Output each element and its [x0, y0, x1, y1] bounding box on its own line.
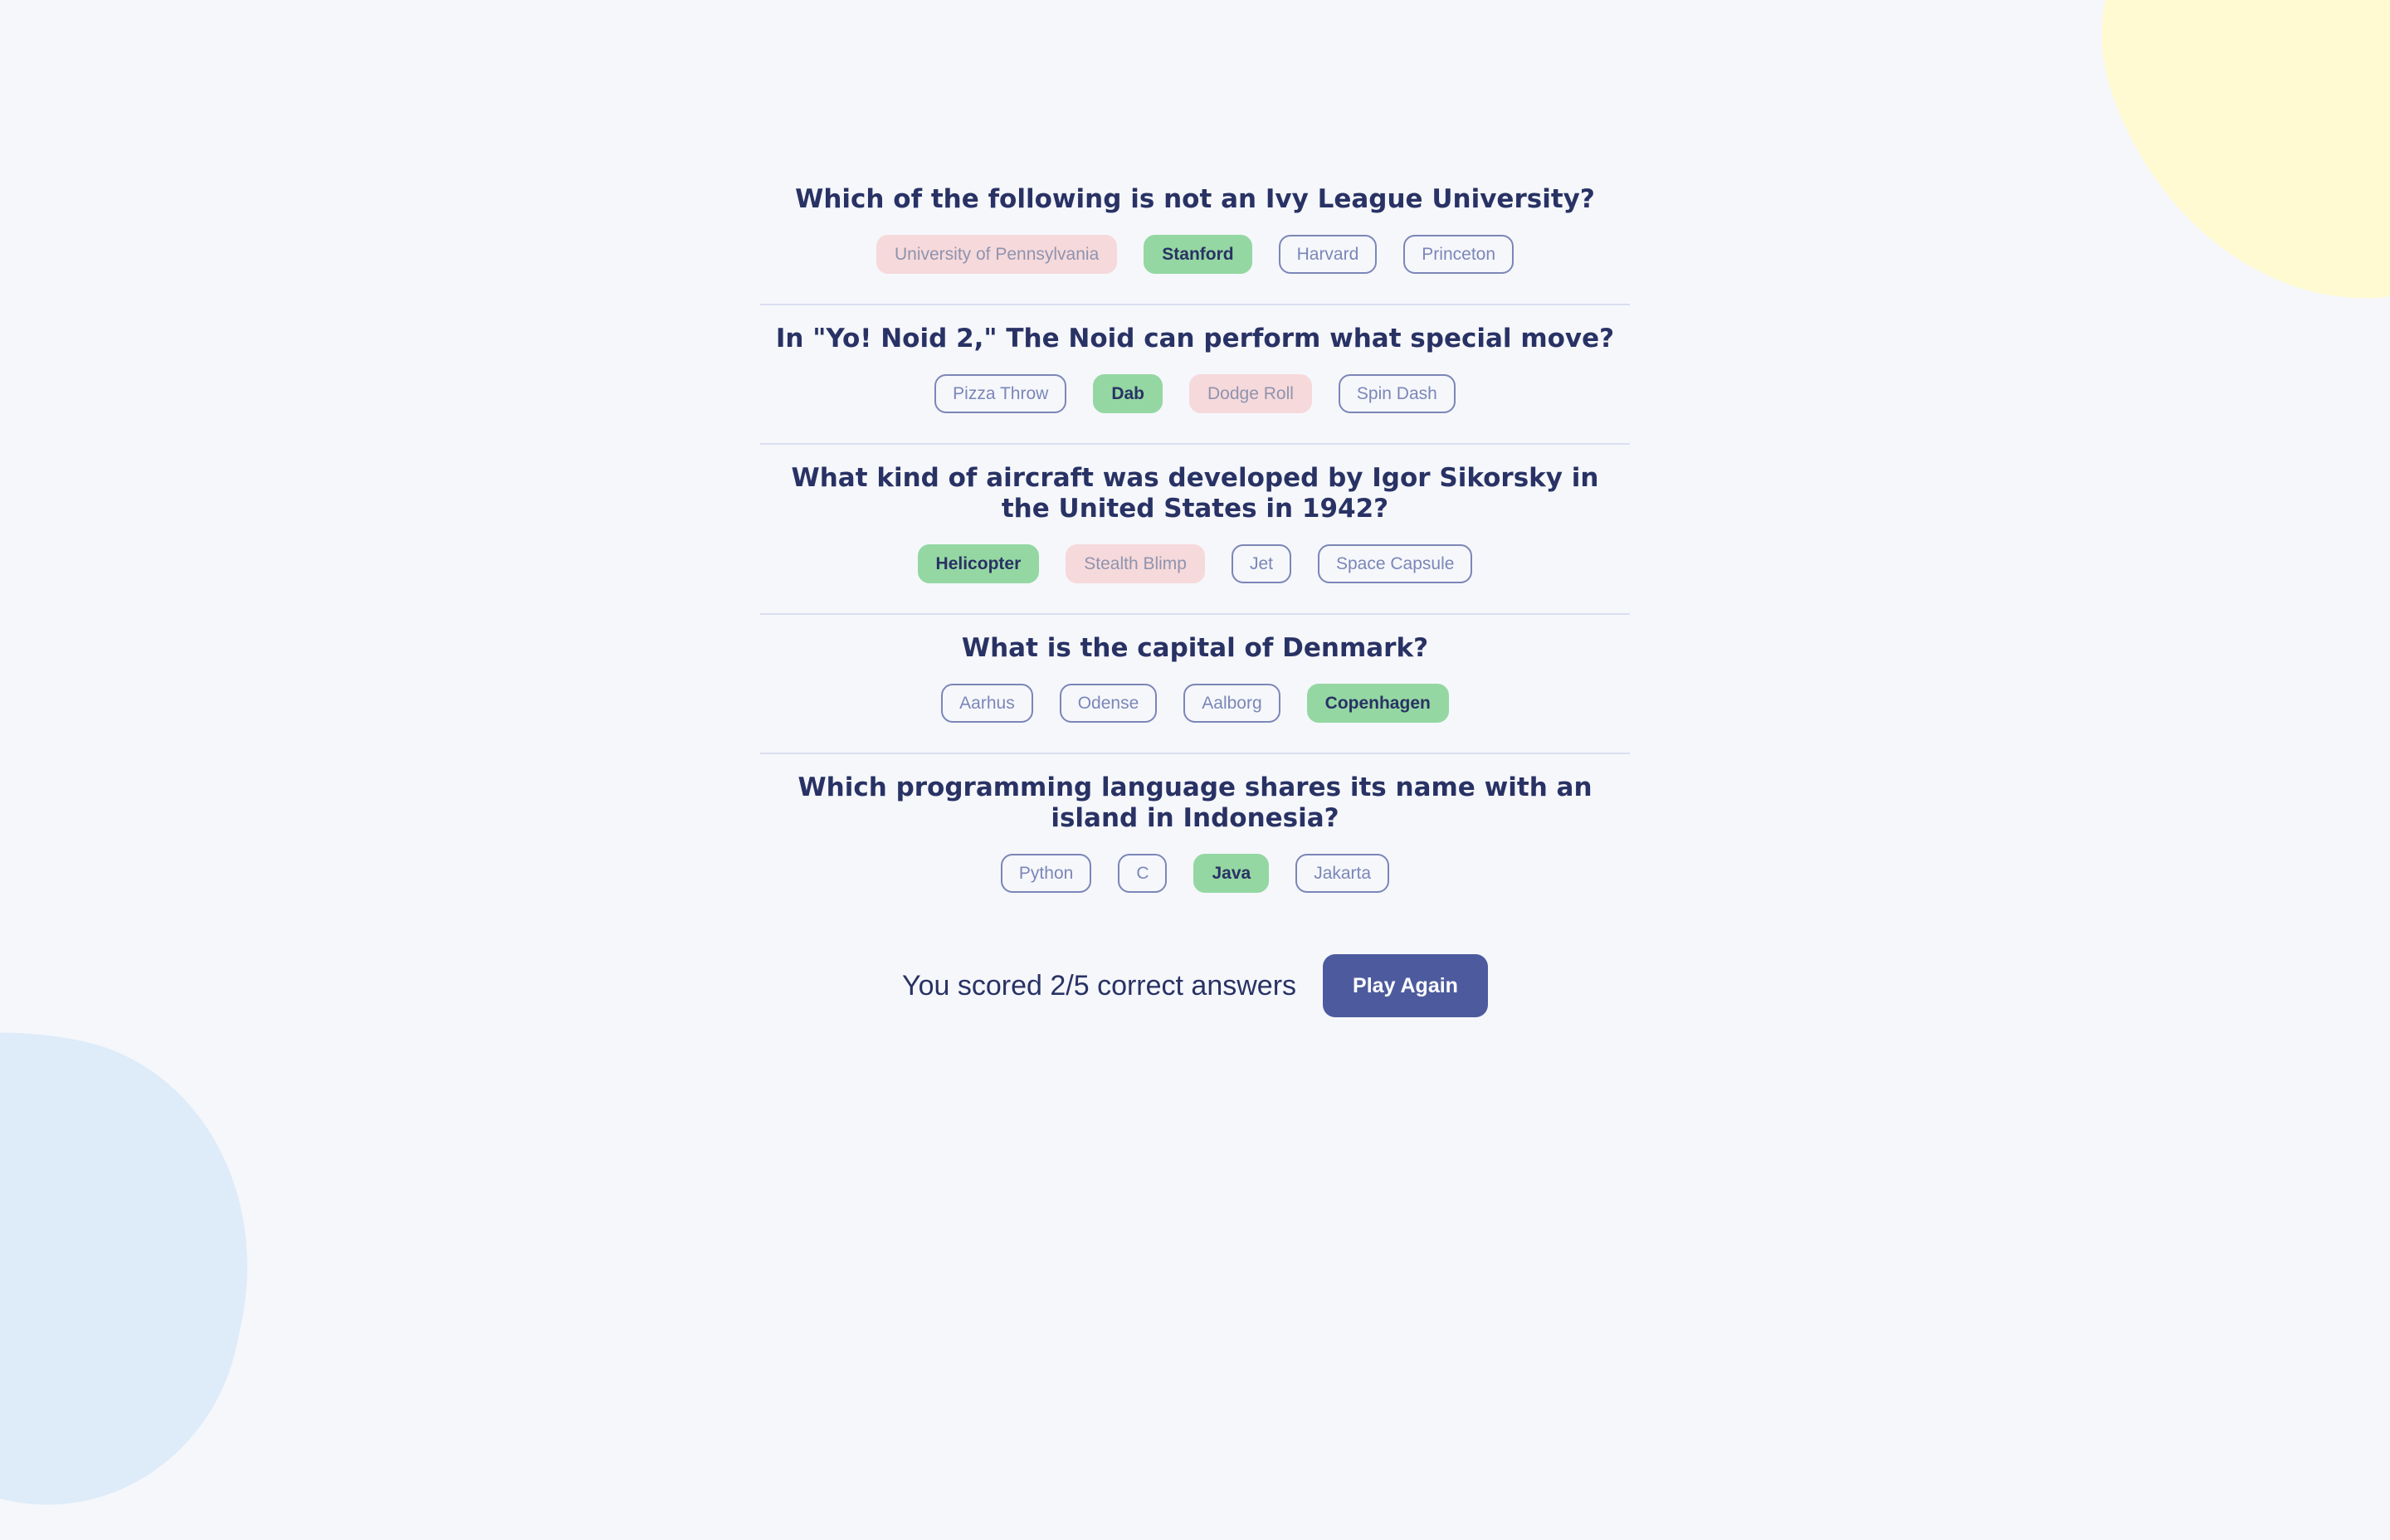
answer-option-correct[interactable]: Java: [1193, 854, 1270, 893]
answer-option[interactable]: Aalborg: [1183, 684, 1280, 723]
answer-option[interactable]: Jakarta: [1295, 854, 1390, 893]
answer-option[interactable]: Aarhus: [941, 684, 1033, 723]
answer-option[interactable]: Spin Dash: [1338, 374, 1456, 413]
answer-option[interactable]: Space Capsule: [1318, 544, 1473, 583]
answer-option-correct[interactable]: Dab: [1093, 374, 1163, 413]
quiz-results: Which of the following is not an Ivy Lea…: [760, 166, 1630, 1017]
question-text: What is the capital of Denmark?: [961, 633, 1429, 663]
answer-option-correct[interactable]: Helicopter: [917, 544, 1040, 583]
question-5: Which programming language shares its na…: [760, 754, 1630, 926]
answer-option-correct[interactable]: Copenhagen: [1306, 684, 1449, 723]
answer-option[interactable]: Harvard: [1278, 235, 1378, 274]
answer-option[interactable]: Pizza Throw: [934, 374, 1067, 413]
answer-list: Pizza Throw Dab Dodge Roll Spin Dash: [760, 374, 1630, 413]
answer-option[interactable]: Odense: [1059, 684, 1158, 723]
answer-option[interactable]: Princeton: [1403, 235, 1514, 274]
decorative-blob-yellow: [2045, 0, 2390, 363]
answer-option[interactable]: C: [1118, 854, 1168, 893]
answer-option[interactable]: Jet: [1231, 544, 1291, 583]
score-text: You scored 2/5 correct answers: [902, 969, 1297, 1001]
question-3: What kind of aircraft was developed by I…: [760, 445, 1630, 615]
answer-option-incorrect-pick[interactable]: Stealth Blimp: [1066, 544, 1205, 583]
answer-option-incorrect-pick[interactable]: University of Pennsylvania: [876, 235, 1118, 274]
answer-list: Helicopter Stealth Blimp Jet Space Capsu…: [760, 544, 1630, 583]
question-1: Which of the following is not an Ivy Lea…: [760, 166, 1630, 305]
question-text: In "Yo! Noid 2," The Noid can perform wh…: [775, 324, 1615, 353]
answer-option[interactable]: Python: [1000, 854, 1092, 893]
answer-option-correct[interactable]: Stanford: [1144, 235, 1252, 274]
decorative-blob-blue: [0, 982, 292, 1540]
answer-option-incorrect-pick[interactable]: Dodge Roll: [1189, 374, 1312, 413]
question-text: Which programming language shares its na…: [797, 772, 1593, 833]
play-again-button[interactable]: Play Again: [1323, 954, 1488, 1017]
results-footer: You scored 2/5 correct answers Play Agai…: [760, 954, 1630, 1017]
answer-list: University of Pennsylvania Stanford Harv…: [760, 235, 1630, 274]
question-4: What is the capital of Denmark? Aarhus O…: [760, 615, 1630, 754]
answer-list: Aarhus Odense Aalborg Copenhagen: [760, 684, 1630, 723]
question-2: In "Yo! Noid 2," The Noid can perform wh…: [760, 305, 1630, 445]
question-text: What kind of aircraft was developed by I…: [791, 463, 1599, 524]
question-text: Which of the following is not an Ivy Lea…: [795, 184, 1595, 214]
answer-list: Python C Java Jakarta: [760, 854, 1630, 893]
